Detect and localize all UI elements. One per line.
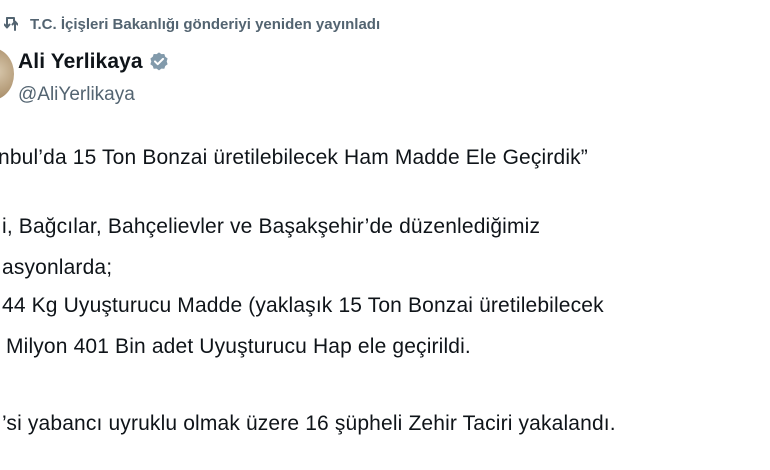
tweet-line: i, Bağcılar, Bahçelievler ve Başakşehir’… (2, 215, 541, 238)
tweet-line: 44 Kg Uyuşturucu Madde (yaklaşık 15 Ton … (2, 294, 604, 317)
tweet-line: asyonlarda; (2, 256, 113, 279)
tweet-text: nbul’da 15 Ton Bonzai üretilebilecek Ham… (0, 0, 770, 470)
tweet-line: Milyon 401 Bin adet Uyuşturucu Hap ele g… (6, 335, 471, 358)
tweet-view: T.C. İçişleri Bakanlığı gönderiyi yenide… (0, 0, 770, 470)
tweet-line: nbul’da 15 Ton Bonzai üretilebilecek Ham… (0, 146, 588, 169)
tweet-line: ’si yabancı uyruklu olmak üzere 16 şüphe… (2, 412, 616, 435)
